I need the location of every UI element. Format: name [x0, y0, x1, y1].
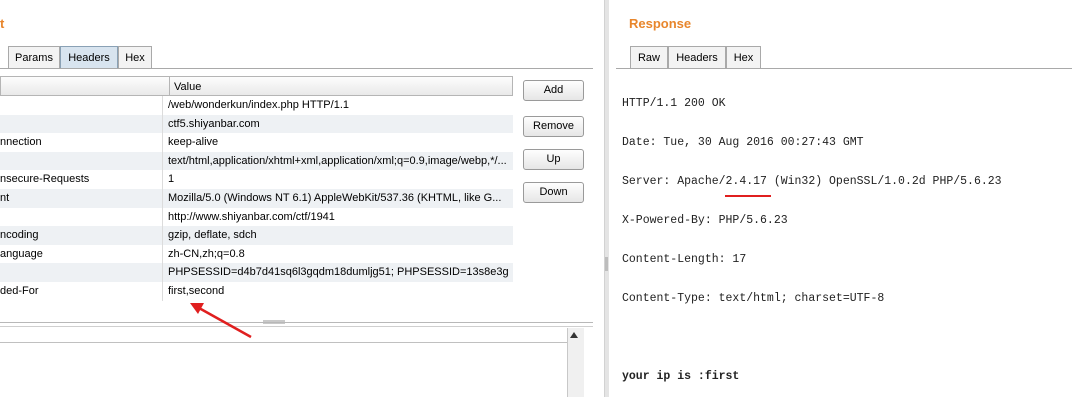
response-line: Content-Length: 17	[622, 253, 747, 266]
response-tab-underline	[616, 68, 1072, 69]
response-line: Date: Tue, 30 Aug 2016 00:27:43 GMT	[622, 136, 864, 149]
tab-raw[interactable]: Raw	[630, 46, 668, 68]
response-line: HTTP/1.1 200 OK	[622, 97, 726, 110]
divider-grip[interactable]	[605, 257, 608, 271]
response-line	[622, 331, 1072, 344]
response-line: Content-Type: text/html; charset=UTF-8	[622, 292, 885, 305]
response-raw-body[interactable]: HTTP/1.1 200 OK Date: Tue, 30 Aug 2016 0…	[622, 71, 1072, 396]
response-title: Response	[629, 16, 692, 31]
response-line: Server: Apache/2.4.17 (Win32) OpenSSL/1.…	[622, 175, 1002, 188]
tab-response-headers[interactable]: Headers	[668, 46, 726, 68]
arrow-shaft	[198, 306, 252, 339]
response-body-text: your ip is :first	[622, 370, 740, 383]
tab-response-hex[interactable]: Hex	[726, 46, 761, 68]
pane-divider[interactable]	[604, 0, 609, 397]
annotation-underline	[725, 195, 771, 197]
response-line: X-Powered-By: PHP/5.6.23	[622, 214, 788, 227]
